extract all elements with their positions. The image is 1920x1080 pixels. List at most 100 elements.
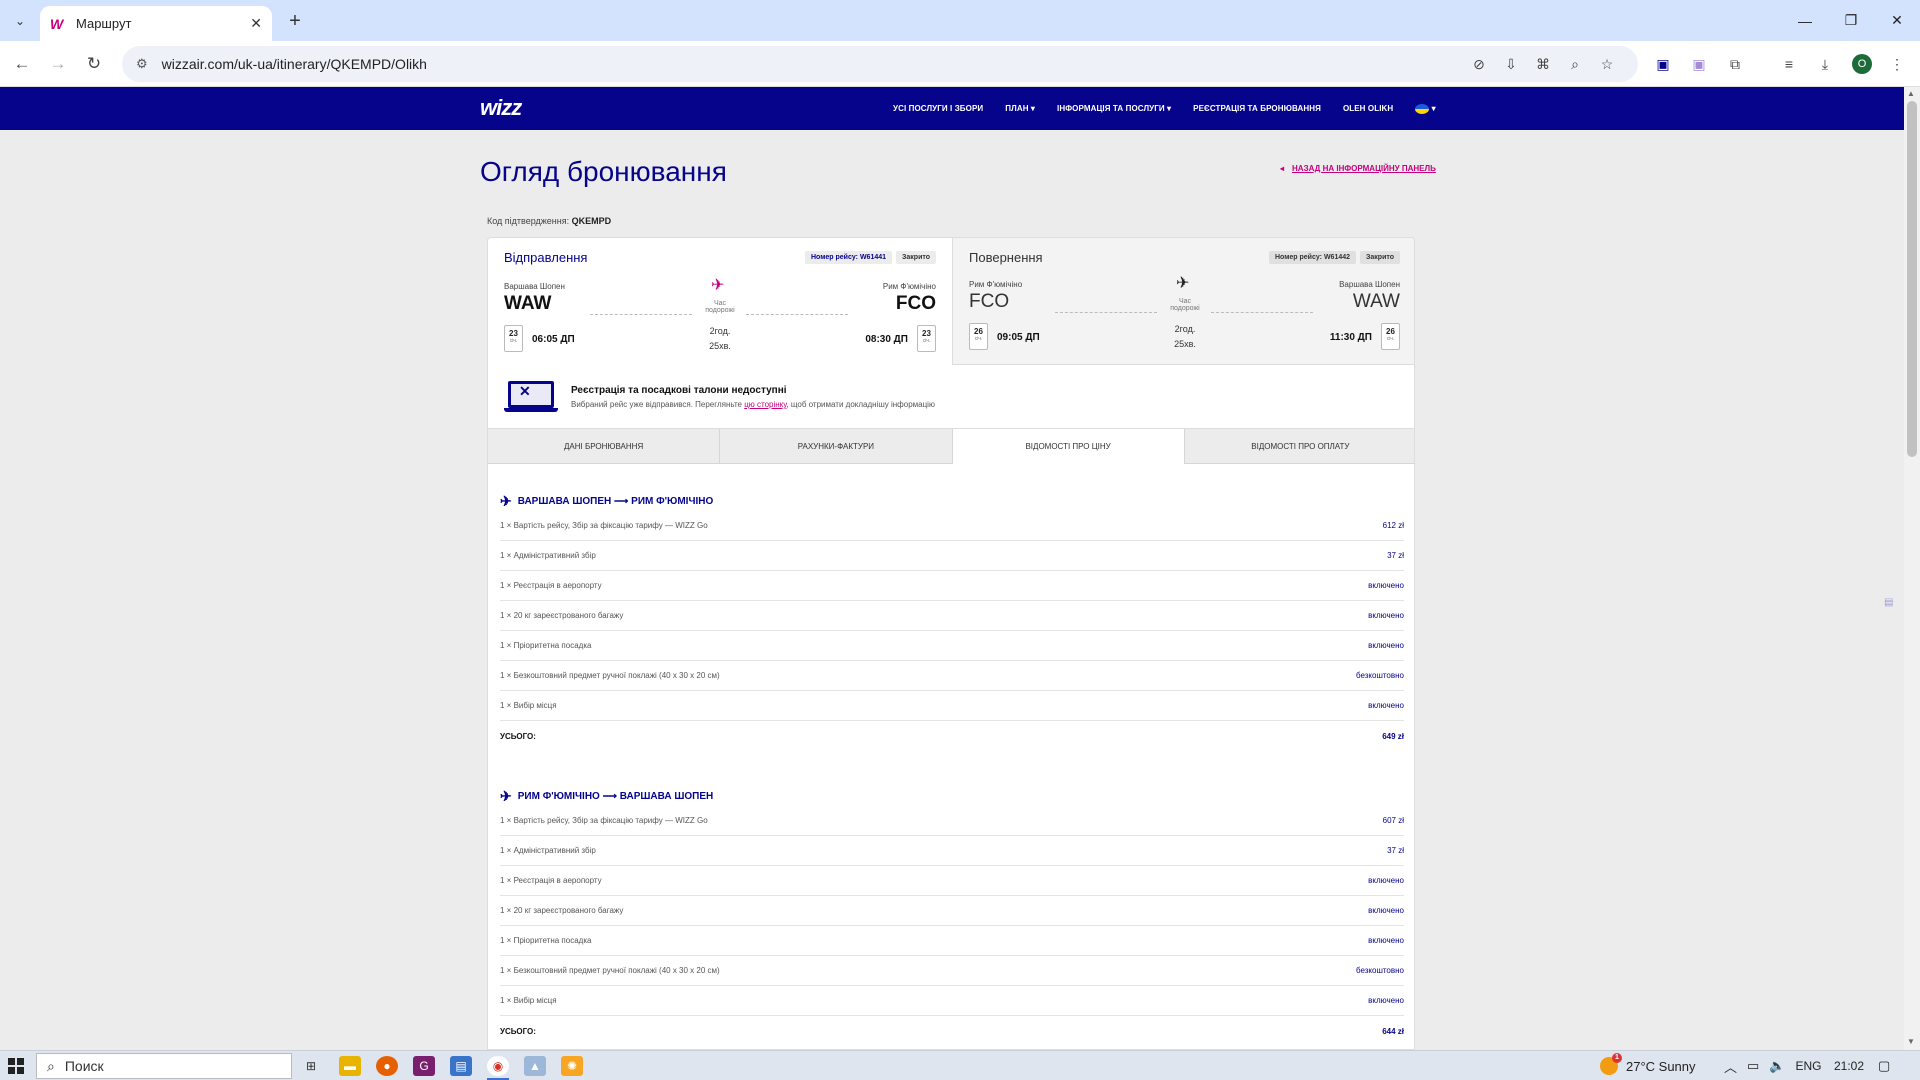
price-item-value: включено xyxy=(1368,641,1404,650)
chevron-left-icon: ◂ xyxy=(1280,164,1285,173)
duration-label: Час подорожі xyxy=(1170,298,1200,312)
firefox-icon[interactable]: ● xyxy=(376,1056,398,1076)
language-selector[interactable]: ▾ xyxy=(1415,103,1436,114)
clock[interactable]: 21:02 xyxy=(1834,1051,1864,1080)
language-indicator[interactable]: ENG xyxy=(1796,1059,1822,1073)
price-item-label: 1 × 20 кг зареєстрованого багажу xyxy=(500,611,624,620)
price-item-label: 1 × Вартість рейсу, Збір за фіксацію тар… xyxy=(500,816,708,825)
total-value: 649 zł xyxy=(1382,731,1404,741)
notifications-icon[interactable]: ▢ xyxy=(1878,1051,1890,1080)
flight-duration: 2год. 25хв. xyxy=(1174,324,1196,349)
app-orange-icon[interactable]: ✺ xyxy=(561,1056,583,1076)
chrome-icon[interactable]: ◉ xyxy=(487,1056,509,1076)
minimize-icon[interactable]: — xyxy=(1782,0,1828,41)
return-title: Повернення xyxy=(969,250,1043,265)
wizz-logo[interactable]: wizz xyxy=(480,95,522,121)
price-row: 1 × Реєстрація в аеропорту включено xyxy=(500,571,1404,601)
price-item-label: 1 × Вибір місця xyxy=(500,701,557,710)
network-icon[interactable]: ▭ xyxy=(1747,1058,1759,1074)
departure-time: 09:05 ДП xyxy=(997,332,1040,343)
tab-invoices[interactable]: РАХУНКИ-ФАКТУРИ xyxy=(720,429,953,464)
checkin-unavailable-notice: ✕ Реєстрація та посадкові талони недосту… xyxy=(488,365,1414,429)
scroll-down-icon[interactable]: ▼ xyxy=(1907,1037,1915,1046)
close-window-icon[interactable]: ✕ xyxy=(1874,0,1920,41)
forward-arrow-icon[interactable]: → xyxy=(45,51,71,77)
arrival-city: Рим Ф'юмічіно xyxy=(882,282,936,291)
duration-label: Час подорожі xyxy=(705,300,735,314)
taskbar-search[interactable]: ⌕ Поиск xyxy=(36,1053,292,1079)
side-widget-icon[interactable]: ▤ xyxy=(1884,597,1893,608)
notice-page-link[interactable]: цю сторінку xyxy=(744,400,786,409)
arrival-date: 23 січ. xyxy=(917,325,936,352)
app-blue-icon[interactable]: ▤ xyxy=(450,1056,472,1076)
nav-user-name[interactable]: OLEH OLIKH xyxy=(1343,104,1393,113)
omnibox[interactable]: ⚙ wizzair.com/uk-ua/itinerary/QKEMPD/Oli… xyxy=(122,46,1638,82)
nav-services-fees[interactable]: УСІ ПОСЛУГИ І ЗБОРИ xyxy=(893,104,983,113)
price-item-value: 612 zł xyxy=(1382,521,1404,530)
ukraine-flag-icon xyxy=(1415,103,1430,114)
price-item-label: 1 × Адміністративний збір xyxy=(500,551,596,560)
system-tray: ︿ ▭ 🔈 ENG xyxy=(1724,1051,1822,1080)
extensions-puzzle-icon[interactable]: ⧉ xyxy=(1722,51,1748,77)
new-tab-icon[interactable]: + xyxy=(282,8,308,34)
main-nav: УСІ ПОСЛУГИ І ЗБОРИ ПЛАН ▾ ІНФОРМАЦІЯ ТА… xyxy=(893,87,1436,130)
back-arrow-icon[interactable]: ← xyxy=(9,51,35,77)
status-badge: Закрито xyxy=(896,251,936,264)
extension-1-icon[interactable]: ▣ xyxy=(1650,51,1676,77)
eye-off-icon[interactable]: ⊘ xyxy=(1470,55,1488,73)
browser-tab[interactable]: W Маршрут ✕ xyxy=(40,6,272,41)
app-photo-icon[interactable]: ▲ xyxy=(524,1056,546,1076)
price-row: 1 × Адміністративний збір 37 zł xyxy=(500,836,1404,866)
browser-menu-icon[interactable]: ⋮ xyxy=(1884,51,1910,77)
scrollbar-thumb[interactable] xyxy=(1907,101,1917,457)
file-explorer-icon[interactable]: ▬ xyxy=(339,1056,361,1076)
url-text[interactable]: wizzair.com/uk-ua/itinerary/QKEMPD/Olikh xyxy=(162,56,427,72)
nav-checkin-booking[interactable]: РЕЄСТРАЦІЯ ТА БРОНЮВАННЯ xyxy=(1193,104,1321,113)
tab-price-details[interactable]: ВІДОМОСТІ ПРО ЦІНУ xyxy=(952,429,1185,464)
browser-tab-strip: ⌄ W Маршрут ✕ + — ❐ ✕ xyxy=(0,0,1920,41)
price-item-label: 1 × Безкоштовний предмет ручної поклажі … xyxy=(500,966,720,975)
translate-icon[interactable]: ⌘ xyxy=(1534,55,1552,73)
reload-icon[interactable]: ↻ xyxy=(81,51,107,77)
search-icon: ⌕ xyxy=(47,1057,55,1074)
price-row: 1 × Пріоритетна посадка включено xyxy=(500,926,1404,956)
price-row: 1 × Адміністративний збір 37 zł xyxy=(500,541,1404,571)
bookmark-star-icon[interactable]: ☆ xyxy=(1598,55,1616,73)
media-control-icon[interactable]: ≡ xyxy=(1776,51,1802,77)
zoom-icon[interactable]: ⌕ xyxy=(1566,55,1584,73)
close-tab-icon[interactable]: ✕ xyxy=(250,15,262,32)
tab-search-icon[interactable]: ⌄ xyxy=(8,9,32,33)
downloads-icon[interactable]: ⤓ xyxy=(1812,51,1838,77)
route-heading: ✈ ВАРШАВА ШОПЕН ⟶ РИМ Ф'ЮМІЧІНО xyxy=(500,492,714,509)
volume-icon[interactable]: 🔈 xyxy=(1769,1058,1785,1074)
install-app-icon[interactable]: ⇩ xyxy=(1502,55,1520,73)
scroll-up-icon[interactable]: ▲ xyxy=(1907,89,1915,98)
tab-payment-details[interactable]: ВІДОМОСТІ ПРО ОПЛАТУ xyxy=(1184,429,1414,464)
nav-plan[interactable]: ПЛАН ▾ xyxy=(1005,104,1035,113)
flight-number-badge: Номер рейсу: W61441 xyxy=(804,251,893,264)
back-to-dashboard-link[interactable]: ◂ НАЗАД НА ІНФОРМАЦІЙНУ ПАНЕЛЬ xyxy=(1280,164,1436,173)
page-scrollbar[interactable]: ▲ ▼ xyxy=(1904,87,1920,1050)
weather-widget[interactable]: 1 27°C Sunny xyxy=(1600,1051,1696,1080)
app-g-icon[interactable]: G xyxy=(413,1056,435,1076)
profile-avatar[interactable]: O xyxy=(1852,54,1872,74)
price-item-label: 1 × Адміністративний збір xyxy=(500,846,596,855)
tab-booking-details[interactable]: ДАНІ БРОНЮВАННЯ xyxy=(488,429,721,464)
chevron-up-icon[interactable]: ︿ xyxy=(1724,1057,1737,1076)
price-item-label: 1 × 20 кг зареєстрованого багажу xyxy=(500,906,624,915)
price-item-value: 607 zł xyxy=(1382,816,1404,825)
price-item-value: включено xyxy=(1368,611,1404,620)
return-flight-panel[interactable]: Повернення Номер рейсу: W61442 Закрито Р… xyxy=(952,238,1414,365)
departure-date: 26 січ. xyxy=(969,323,988,350)
outbound-flight-panel[interactable]: Відправлення Номер рейсу: W61441 Закрито… xyxy=(488,238,952,365)
extension-2-icon[interactable]: ▣ xyxy=(1686,51,1712,77)
site-info-icon[interactable]: ⚙ xyxy=(136,56,148,72)
windows-start-icon[interactable] xyxy=(8,1058,24,1074)
outbound-price-section: ✈ ВАРШАВА ШОПЕН ⟶ РИМ Ф'ЮМІЧІНО 1 × Варт… xyxy=(500,491,1404,751)
total-label: УСЬОГО: xyxy=(500,1026,536,1036)
airplane-icon: ✈ xyxy=(1176,275,1190,292)
price-item-value: безкоштовно xyxy=(1355,966,1404,975)
restore-icon[interactable]: ❐ xyxy=(1828,0,1874,41)
task-view-icon[interactable]: ⊞ xyxy=(300,1056,322,1076)
nav-info-services[interactable]: ІНФОРМАЦІЯ ТА ПОСЛУГИ ▾ xyxy=(1057,104,1171,113)
